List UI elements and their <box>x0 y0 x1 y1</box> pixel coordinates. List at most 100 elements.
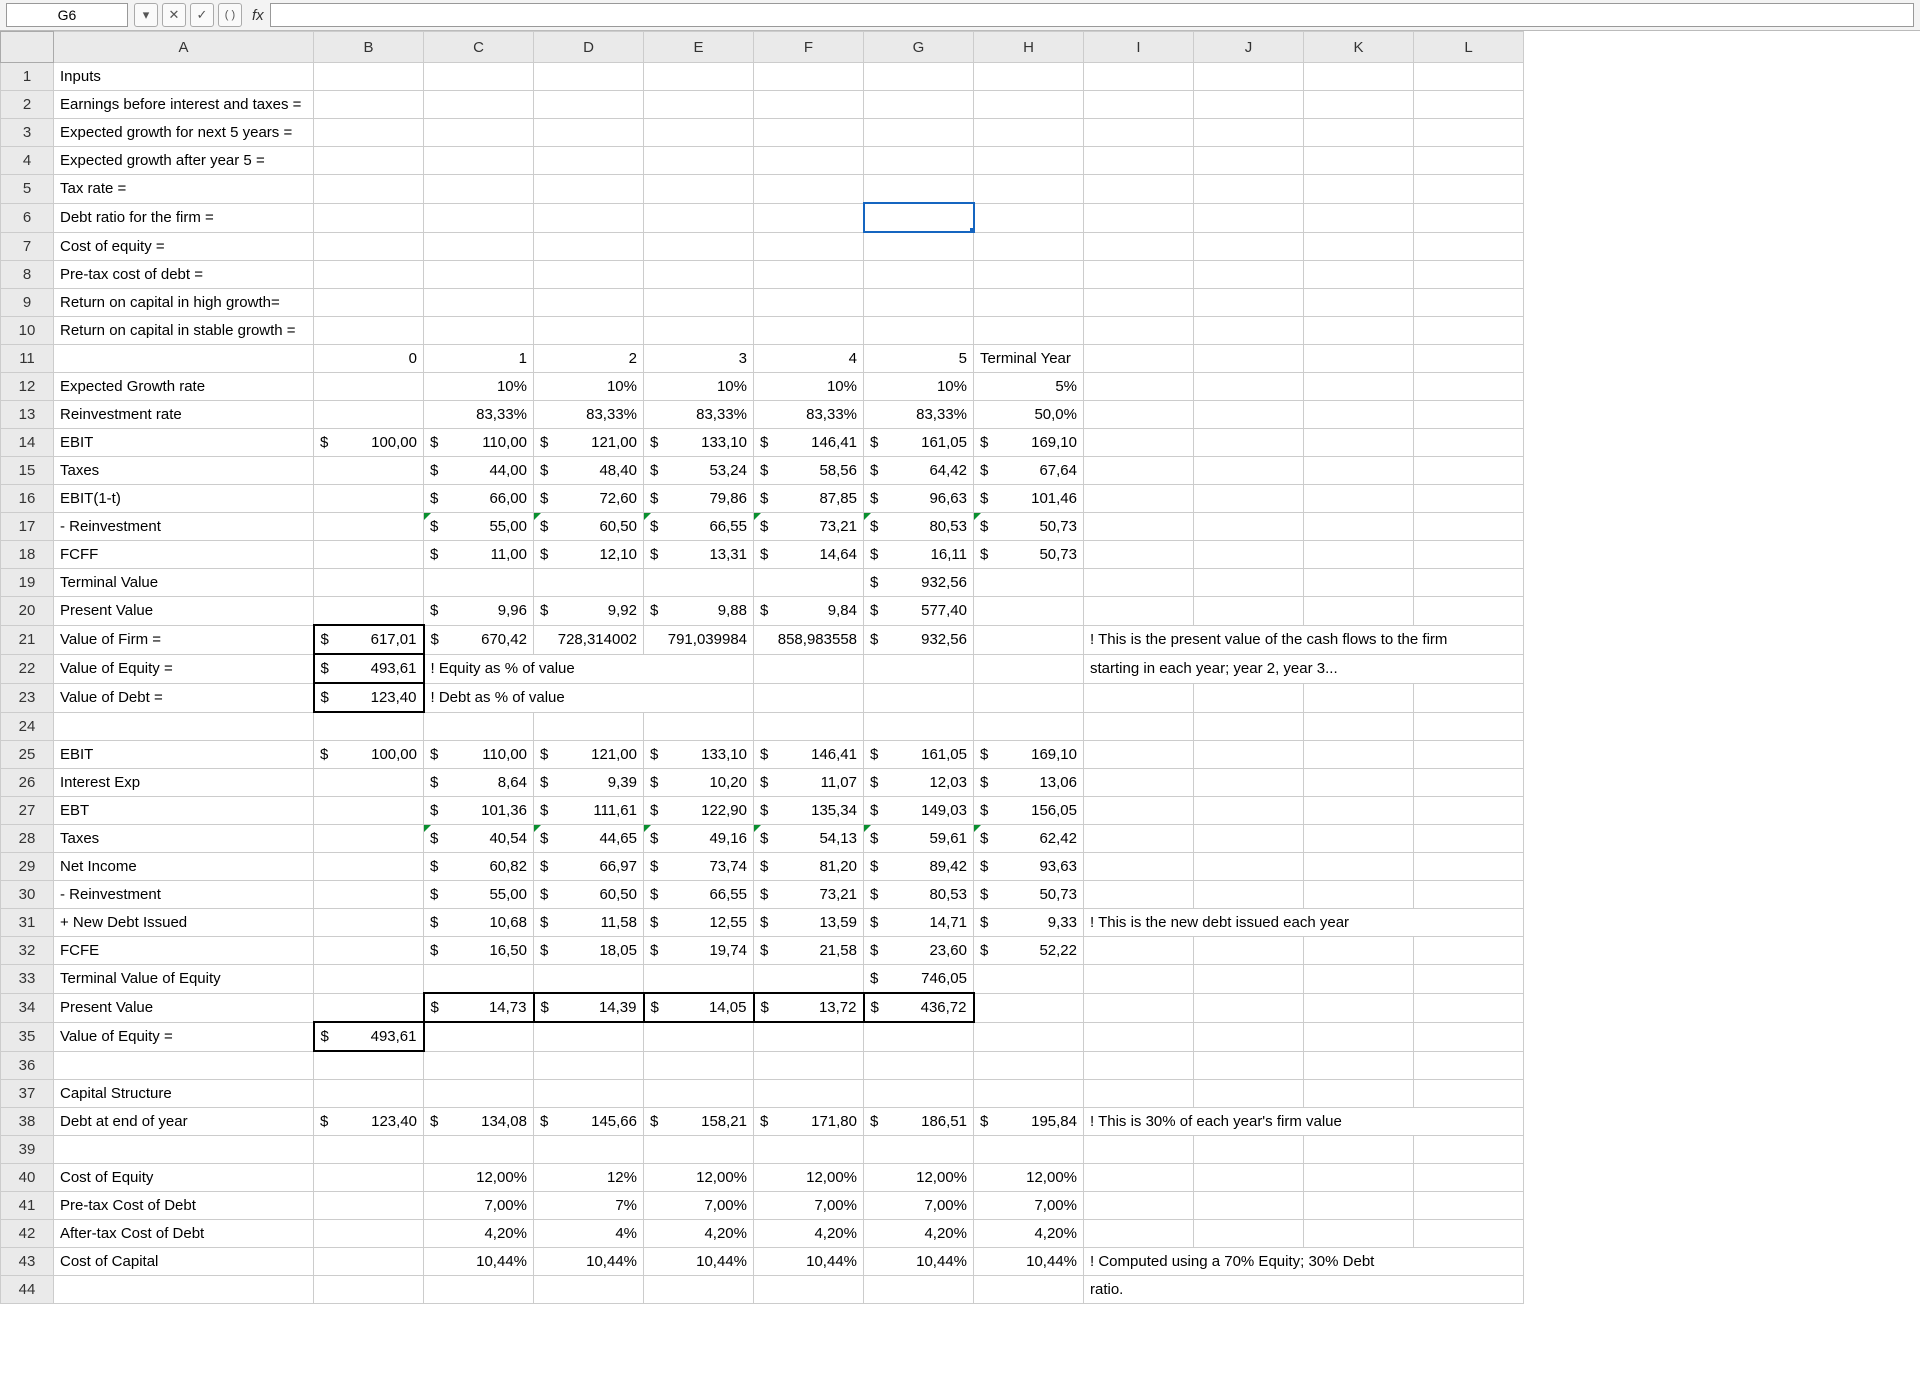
cell[interactable] <box>314 485 424 513</box>
cell[interactable] <box>424 203 534 232</box>
cell[interactable]: 4,20% <box>974 1220 1084 1248</box>
col-header[interactable]: B <box>314 32 424 63</box>
row-header[interactable]: 21 <box>1 625 54 654</box>
cell[interactable] <box>1084 993 1194 1022</box>
cell[interactable] <box>974 597 1084 626</box>
cell[interactable] <box>54 345 314 373</box>
cell[interactable] <box>644 569 754 597</box>
row-header[interactable]: 16 <box>1 485 54 513</box>
cell[interactable] <box>424 119 534 147</box>
cell[interactable] <box>1084 881 1194 909</box>
cell[interactable]: Taxes <box>54 457 314 485</box>
cell[interactable]: 4 <box>754 345 864 373</box>
cell[interactable]: 1 <box>424 345 534 373</box>
cell[interactable] <box>1194 457 1304 485</box>
cell[interactable]: $50,73 <box>974 881 1084 909</box>
cell[interactable]: 10,44% <box>644 1248 754 1276</box>
cell[interactable] <box>644 965 754 994</box>
cell-note[interactable]: ! This is 30% of each year's firm value <box>1084 1108 1524 1136</box>
cell[interactable] <box>314 175 424 204</box>
cell[interactable] <box>314 909 424 937</box>
cell[interactable]: 83,33% <box>534 401 644 429</box>
cell[interactable]: $12,03 <box>864 769 974 797</box>
cell[interactable]: $50,73 <box>974 541 1084 569</box>
cell[interactable]: $158,21 <box>644 1108 754 1136</box>
row-header[interactable]: 22 <box>1 654 54 683</box>
cell[interactable] <box>1304 541 1414 569</box>
paren-icon[interactable]: ( ) <box>218 3 242 27</box>
cell[interactable] <box>314 541 424 569</box>
cell[interactable] <box>1304 203 1414 232</box>
cell[interactable]: 10% <box>754 373 864 401</box>
cell[interactable] <box>1194 683 1304 712</box>
cell[interactable] <box>314 965 424 994</box>
cell[interactable]: $66,97 <box>534 853 644 881</box>
cell[interactable]: 0 <box>314 345 424 373</box>
cell[interactable]: 7,00% <box>864 1192 974 1220</box>
cell[interactable] <box>974 1080 1084 1108</box>
cell-note[interactable]: ratio. <box>1084 1276 1524 1304</box>
cell[interactable] <box>1304 1220 1414 1248</box>
cell[interactable]: $169,10 <box>974 741 1084 769</box>
cell[interactable]: $169,10 <box>974 429 1084 457</box>
cell[interactable] <box>1084 1136 1194 1164</box>
cell[interactable]: $493,61 <box>314 1022 424 1051</box>
cell[interactable]: $14,71 <box>864 909 974 937</box>
cell[interactable] <box>754 147 864 175</box>
cell[interactable] <box>424 1080 534 1108</box>
cell[interactable]: $149,03 <box>864 797 974 825</box>
cell[interactable] <box>644 1022 754 1051</box>
cell[interactable] <box>1304 513 1414 541</box>
cell[interactable] <box>1304 317 1414 345</box>
cell[interactable] <box>1194 569 1304 597</box>
cell[interactable] <box>1194 147 1304 175</box>
cell[interactable] <box>534 569 644 597</box>
cell[interactable] <box>864 63 974 91</box>
cell[interactable] <box>314 1220 424 1248</box>
cell[interactable] <box>644 203 754 232</box>
cell[interactable] <box>864 1276 974 1304</box>
cell[interactable] <box>974 232 1084 261</box>
cell[interactable] <box>314 232 424 261</box>
cell[interactable]: 10,44% <box>424 1248 534 1276</box>
cell[interactable]: Value of Firm = <box>54 625 314 654</box>
cell[interactable] <box>1304 91 1414 119</box>
cancel-icon[interactable]: ✕ <box>162 3 186 27</box>
row-header[interactable]: 7 <box>1 232 54 261</box>
cell[interactable] <box>1084 317 1194 345</box>
cell[interactable] <box>1194 203 1304 232</box>
cell[interactable]: $145,66 <box>534 1108 644 1136</box>
cell[interactable] <box>314 317 424 345</box>
cell[interactable]: Interest Exp <box>54 769 314 797</box>
cell[interactable] <box>1084 429 1194 457</box>
cell[interactable] <box>974 965 1084 994</box>
cell[interactable] <box>1304 1136 1414 1164</box>
cell[interactable] <box>1084 797 1194 825</box>
cell[interactable] <box>1304 769 1414 797</box>
cell[interactable] <box>1084 825 1194 853</box>
row-header[interactable]: 11 <box>1 345 54 373</box>
cell[interactable]: 791,039984 <box>644 625 754 654</box>
cell[interactable]: $9,92 <box>534 597 644 626</box>
cell[interactable]: 7% <box>534 1192 644 1220</box>
cell[interactable]: Expected growth after year 5 = <box>54 147 314 175</box>
cell[interactable] <box>1194 429 1304 457</box>
cell[interactable] <box>1084 712 1194 741</box>
cell[interactable]: 10,44% <box>534 1248 644 1276</box>
cell[interactable]: 5 <box>864 345 974 373</box>
cell[interactable]: Reinvestment rate <box>54 401 314 429</box>
col-header[interactable]: A <box>54 32 314 63</box>
cell[interactable]: $14,64 <box>754 541 864 569</box>
cell[interactable] <box>1414 1192 1524 1220</box>
cell[interactable] <box>1084 741 1194 769</box>
cell[interactable]: $746,05 <box>864 965 974 994</box>
row-header[interactable]: 38 <box>1 1108 54 1136</box>
cell[interactable]: $110,00 <box>424 429 534 457</box>
cell[interactable]: Taxes <box>54 825 314 853</box>
cell[interactable] <box>644 147 754 175</box>
cell[interactable] <box>864 147 974 175</box>
cell[interactable] <box>974 569 1084 597</box>
cell[interactable] <box>644 261 754 289</box>
row-header[interactable]: 43 <box>1 1248 54 1276</box>
cell[interactable]: Terminal Value of Equity <box>54 965 314 994</box>
